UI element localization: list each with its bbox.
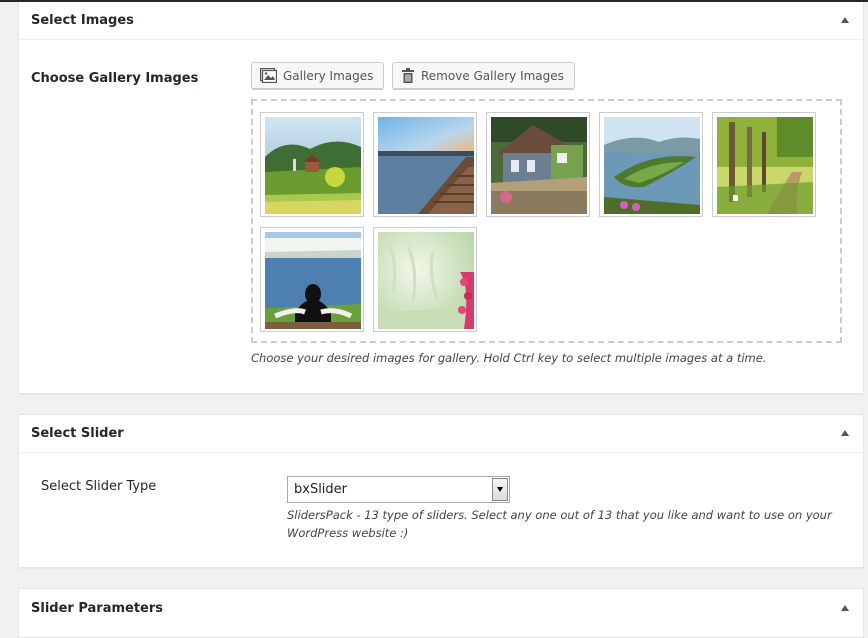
- remove-gallery-images-label: Remove Gallery Images: [421, 68, 564, 83]
- remove-gallery-images-button[interactable]: Remove Gallery Images: [392, 62, 575, 89]
- collapse-toggle-icon[interactable]: [841, 605, 849, 611]
- trash-icon: [402, 68, 414, 83]
- slider-hint-line1: SlidersPack - 13 type of sliders. Select…: [287, 508, 832, 522]
- cliffs-sea-image: [265, 232, 361, 329]
- select-images-title: Select Images: [31, 13, 134, 28]
- choose-gallery-images-label: Choose Gallery Images: [31, 71, 199, 86]
- river-hills-image: [604, 117, 700, 214]
- thumbnail-river-hills[interactable]: [599, 112, 703, 217]
- slider-parameters-header[interactable]: Slider Parameters: [19, 589, 863, 627]
- thumbnail-misty-forest[interactable]: [373, 227, 477, 332]
- forest-path-image: [717, 117, 813, 214]
- select-slider-header[interactable]: Select Slider: [19, 415, 863, 453]
- select-slider-type-label: Select Slider Type: [41, 479, 157, 494]
- slider-parameters-title: Slider Parameters: [31, 601, 164, 616]
- thumbnail-cliffs-sea[interactable]: [260, 227, 364, 332]
- select-slider-panel: Select Slider Select Slider Type bxSlide…: [18, 414, 864, 568]
- dropdown-arrow-icon[interactable]: [492, 478, 508, 501]
- gallery-hint-text: Choose your desired images for gallery. …: [251, 351, 767, 365]
- slider-type-select[interactable]: bxSlider: [287, 476, 510, 503]
- cottage-image: [491, 117, 587, 214]
- slider-type-selected-value: bxSlider: [294, 482, 348, 497]
- slider-parameters-panel: Slider Parameters: [18, 588, 864, 638]
- gallery-dropzone[interactable]: [251, 99, 842, 343]
- thumbnail-forest-path[interactable]: [712, 112, 816, 217]
- slider-hint-line2: WordPress website :): [287, 526, 409, 540]
- gallery-images-label: Gallery Images: [283, 68, 374, 83]
- gallery-icon: [260, 68, 277, 83]
- thumbnail-village-lake[interactable]: [260, 112, 364, 217]
- gallery-images-button[interactable]: Gallery Images: [251, 62, 385, 89]
- select-images-header[interactable]: Select Images: [19, 2, 863, 40]
- misty-forest-image: [378, 232, 474, 329]
- thumbnail-pier-sunset[interactable]: [373, 112, 477, 217]
- thumbnail-cottage[interactable]: [486, 112, 590, 217]
- collapse-toggle-icon[interactable]: [841, 17, 849, 23]
- select-images-panel: Select Images Choose Gallery Images Gall…: [18, 2, 864, 394]
- collapse-toggle-icon[interactable]: [841, 430, 849, 436]
- pier-sunset-image: [378, 117, 474, 214]
- select-slider-title: Select Slider: [31, 426, 124, 441]
- village-lake-image: [265, 117, 361, 214]
